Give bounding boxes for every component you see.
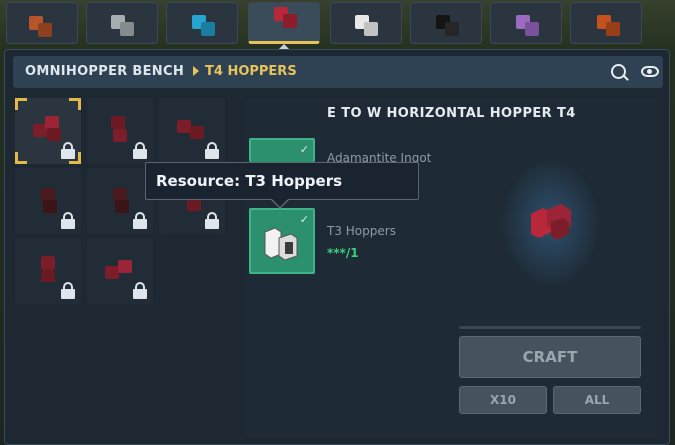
recipe-title: E TO W HORIZONTAL HOPPER T4 [327,106,576,121]
selection-corner [15,152,27,164]
tab-cyan-hopper[interactable] [166,2,238,44]
tab-copper-hopper[interactable] [6,2,78,44]
recipe-slot-selected[interactable] [15,98,81,164]
tooltip-text: Resource: T3 Hoppers [156,172,343,190]
tab-black-hopper[interactable] [410,2,482,44]
hopper-t4-icon [105,256,135,284]
hopper-t4-icon [105,116,135,144]
panel-header: OMNIHOPPER BENCH T4 HOPPERS [13,56,663,88]
ingredient-name: T3 Hoppers [327,224,396,238]
checkmark-icon: ✓ [299,143,309,156]
lock-icon [61,282,75,299]
t3-hopper-icon [264,227,298,260]
hopper-t4-icon [33,116,63,144]
tab-orange-hopper[interactable] [570,2,642,44]
lock-icon [205,142,219,159]
tab-iron-hopper[interactable] [86,2,158,44]
crafting-panel: OMNIHOPPER BENCH T4 HOPPERS E TO W HORIZ… [4,49,670,445]
recipe-slot[interactable] [15,238,81,304]
ingredient-slot-t3-hoppers[interactable]: ✓ [249,208,315,274]
lock-icon [61,212,75,229]
t4-hopper-preview-icon [531,204,571,240]
recipe-detail: E TO W HORIZONTAL HOPPER T4 ✓ Adamantite… [243,98,657,438]
ingredient-name: Adamantite Ingot [327,151,432,162]
cyan-hopper-icon [201,22,215,36]
tooltip-arrow-inner [272,199,288,207]
ingredient-count: ***/1 [327,246,359,260]
orange-hopper-icon [606,22,620,36]
resource-tooltip: Resource: T3 Hoppers [145,162,419,209]
recipe-slot[interactable] [87,168,153,234]
checkmark-icon: ✓ [299,213,309,226]
recipe-slot[interactable] [87,238,153,304]
selection-corner [15,98,27,110]
white-hopper-icon [364,22,378,36]
lock-icon [61,142,75,159]
iron-hopper-icon [120,22,134,36]
hopper-t4-icon [177,116,207,144]
lock-icon [133,282,147,299]
tab-white-hopper[interactable] [330,2,402,44]
black-hopper-icon [445,22,459,36]
recipe-slot[interactable] [15,168,81,234]
copper-hopper-icon [38,23,52,37]
search-icon[interactable] [611,64,626,79]
lock-icon [133,212,147,229]
craft-all-button[interactable]: ALL [553,386,641,414]
breadcrumb-arrow-icon [193,66,199,76]
recipe-slot[interactable] [87,98,153,164]
red-hopper-icon [283,14,297,28]
category-title: T4 HOPPERS [205,64,297,79]
bench-title: OMNIHOPPER BENCH [25,64,184,79]
craft-x10-button[interactable]: X10 [459,386,547,414]
tab-purple-hopper[interactable] [490,2,562,44]
hopper-t4-icon [105,186,135,214]
lock-icon [205,212,219,229]
category-tabs [0,0,675,50]
ingredient-slot-adamantite[interactable]: ✓ [249,138,315,162]
detail-divider [459,326,641,329]
lock-icon [133,142,147,159]
selection-corner [69,98,81,110]
hopper-t4-icon [33,256,63,284]
purple-hopper-icon [525,22,539,36]
eye-icon[interactable] [641,66,659,77]
recipe-slot[interactable] [159,98,225,164]
hopper-t4-icon [33,186,63,214]
craft-button[interactable]: CRAFT [459,336,641,378]
tab-red-hopper[interactable] [248,2,320,50]
